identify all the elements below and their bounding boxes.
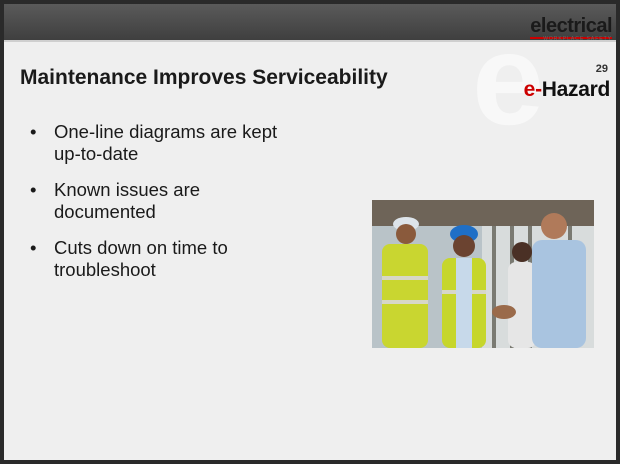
bullet-dot: • xyxy=(30,179,37,200)
brand-electrical: electrical WORKPLACE SAFETY xyxy=(530,15,612,43)
slide-title: Maintenance Improves Serviceability xyxy=(20,66,388,89)
brand-subtitle: WORKPLACE SAFETY xyxy=(543,36,612,42)
page-number: 29 xyxy=(595,63,608,75)
workers-handshake-photo xyxy=(372,200,594,348)
bullet-item: • One-line diagrams are kept up-to-date xyxy=(30,121,300,165)
brand-top-text: electrical xyxy=(530,15,612,39)
logo-name: Hazard xyxy=(541,78,611,101)
bullet-dot: • xyxy=(30,237,37,258)
bullet-text: Known issues are documented xyxy=(54,179,201,222)
slide: e electrical WORKPLACE SAFETY 29 e-Hazar… xyxy=(4,4,616,460)
bullet-text: Cuts down on time to troubleshoot xyxy=(54,237,228,280)
ehazard-logo: e-Hazard xyxy=(523,78,611,102)
bullet-item: • Known issues are documented xyxy=(30,179,300,223)
bullet-list: • One-line diagrams are kept up-to-date … xyxy=(30,121,300,295)
photo-illustration xyxy=(372,200,594,348)
logo-prefix: e xyxy=(523,78,536,101)
logo-dash: - xyxy=(535,78,542,101)
bullet-dot: • xyxy=(30,121,37,142)
bullet-item: • Cuts down on time to troubleshoot xyxy=(30,237,300,281)
bullet-text: One-line diagrams are kept up-to-date xyxy=(54,121,278,164)
